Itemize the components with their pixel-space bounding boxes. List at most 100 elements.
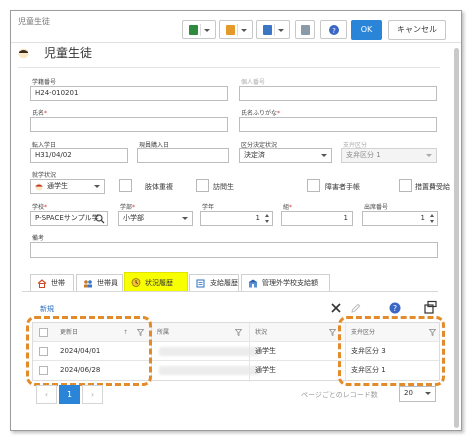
tab-status-history[interactable]: 状況履歴 — [124, 272, 188, 292]
tab-household[interactable]: 世帯 — [30, 274, 74, 292]
excel-export-button[interactable] — [182, 20, 216, 39]
page-button-current[interactable]: 1 — [59, 385, 80, 404]
chevron-down-icon — [94, 185, 100, 188]
svg-text:?: ? — [332, 27, 336, 35]
attendance-no-value: 1 — [420, 214, 425, 222]
word-icon — [263, 25, 272, 35]
open-window-icon[interactable] — [424, 300, 437, 314]
help-icon: ? — [329, 25, 339, 35]
row-status: 通学生 — [255, 347, 276, 355]
attendance-no-label: 出席番号 — [364, 204, 389, 211]
tab-household-members[interactable]: 世帯員 — [76, 274, 123, 292]
student-icon — [35, 183, 43, 191]
class-label: 組* — [283, 204, 293, 211]
name-kana-field[interactable] — [239, 117, 437, 132]
new-record-link[interactable]: 新規 — [40, 304, 54, 314]
ok-button[interactable]: OK — [351, 20, 382, 40]
vertical-scrollbar[interactable] — [453, 44, 459, 428]
tab-payment-history[interactable]: 支給履歴 — [189, 274, 239, 292]
checkbox-measure-cost[interactable] — [399, 179, 412, 192]
checkbox-visiting-student[interactable] — [196, 179, 209, 192]
checkbox-physical-disability-label: 肢体重複 — [145, 183, 173, 191]
excel-icon — [189, 25, 198, 35]
home-icon — [37, 279, 47, 288]
per-page-label: ページごとのレコード数 — [301, 391, 378, 399]
spinner-icon[interactable] — [430, 213, 435, 224]
name-label: 氏名* — [32, 110, 48, 117]
chevron-down-icon — [278, 29, 284, 32]
support-category-select: 支弁区分 1 — [341, 148, 437, 163]
filter-icon[interactable] — [235, 329, 242, 336]
help-icon[interactable]: ? — [389, 302, 401, 314]
department-value: 小学部 — [123, 214, 144, 222]
svg-text:?: ? — [393, 304, 397, 313]
annotation-highlight-category — [338, 316, 445, 386]
remarks-field[interactable] — [30, 242, 438, 258]
pdf-export-button[interactable] — [219, 20, 253, 39]
tab-external-school-payments[interactable]: 管理外学校支給額 — [241, 274, 330, 292]
name-field[interactable] — [30, 117, 228, 132]
filter-icon[interactable] — [329, 329, 336, 336]
enrollment-select[interactable]: 通学生 — [30, 179, 105, 194]
window-title: 児童生徒 — [18, 17, 50, 26]
remarks-label: 備考 — [32, 235, 45, 242]
page-title: 児童生徒 — [44, 46, 93, 60]
cancel-button[interactable]: キャンセル — [388, 20, 446, 40]
pdf-icon — [226, 25, 235, 35]
calculator-button[interactable] — [295, 20, 315, 39]
annotation-highlight-date — [26, 316, 152, 386]
tabs-divider — [22, 291, 438, 292]
col-status[interactable]: 状況 — [255, 323, 267, 342]
student-no-label: 学籍番号 — [32, 79, 57, 86]
school-field[interactable]: P-SPACEサンプル学 — [30, 211, 108, 226]
personal-no-label: 個人番号 — [241, 79, 266, 86]
grade-value: 1 — [255, 214, 260, 222]
grade-label: 学年 — [202, 204, 215, 211]
department-select[interactable]: 小学部 — [118, 211, 193, 226]
personal-no-field[interactable] — [239, 86, 437, 101]
category-decision-select[interactable]: 決定済 — [239, 148, 332, 163]
student-no-field[interactable]: H24-010201 — [30, 86, 228, 101]
prev-page-button[interactable]: ‹ — [36, 385, 57, 404]
row-affiliation-redacted — [159, 347, 259, 356]
document-date-field[interactable] — [137, 148, 229, 163]
school-icon — [248, 279, 258, 288]
student-icon — [18, 48, 29, 59]
department-label: 学部* — [120, 204, 136, 211]
school-value: P-SPACEサンプル学 — [35, 214, 99, 222]
col-affiliation[interactable]: 所属 — [157, 323, 169, 342]
checkbox-measure-cost-label: 措置費受給 — [415, 183, 450, 191]
chevron-down-icon — [321, 154, 327, 157]
chevron-down-icon — [204, 29, 210, 32]
chevron-down-icon — [425, 392, 431, 395]
next-page-button[interactable]: › — [82, 385, 103, 404]
chevron-down-icon — [241, 29, 247, 32]
chevron-down-icon — [182, 217, 188, 220]
chevron-down-icon — [426, 154, 432, 157]
scrollbar-thumb[interactable] — [454, 48, 459, 428]
per-page-select[interactable]: 20 — [399, 386, 436, 402]
support-category-value: 支弁区分 1 — [346, 151, 381, 159]
history-icon — [131, 278, 141, 287]
row-status: 通学生 — [255, 366, 276, 374]
checkbox-disability-handbook[interactable] — [307, 179, 320, 192]
divider — [18, 67, 440, 68]
row-affiliation-redacted — [159, 366, 259, 375]
class-field[interactable]: 1 — [281, 211, 353, 226]
checkbox-physical-disability[interactable] — [119, 179, 132, 192]
grade-stepper[interactable]: 1 — [200, 211, 273, 226]
payment-icon — [196, 279, 205, 288]
per-page-value: 20 — [404, 389, 413, 397]
word-export-button[interactable] — [256, 20, 290, 39]
help-button[interactable]: ? — [320, 20, 347, 39]
delete-icon[interactable] — [330, 302, 342, 314]
people-icon — [84, 280, 92, 288]
edit-icon[interactable] — [350, 302, 362, 314]
name-kana-label: 氏名ふりがな* — [241, 110, 281, 117]
checkbox-disability-handbook-label: 障害者手帳 — [325, 183, 360, 191]
spinner-icon[interactable] — [265, 213, 270, 224]
attendance-no-stepper[interactable]: 1 — [362, 211, 438, 226]
checkbox-visiting-student-label: 訪問生 — [213, 183, 234, 191]
transfer-date-field[interactable]: H31/04/02 — [30, 148, 128, 163]
search-icon[interactable] — [95, 214, 105, 224]
